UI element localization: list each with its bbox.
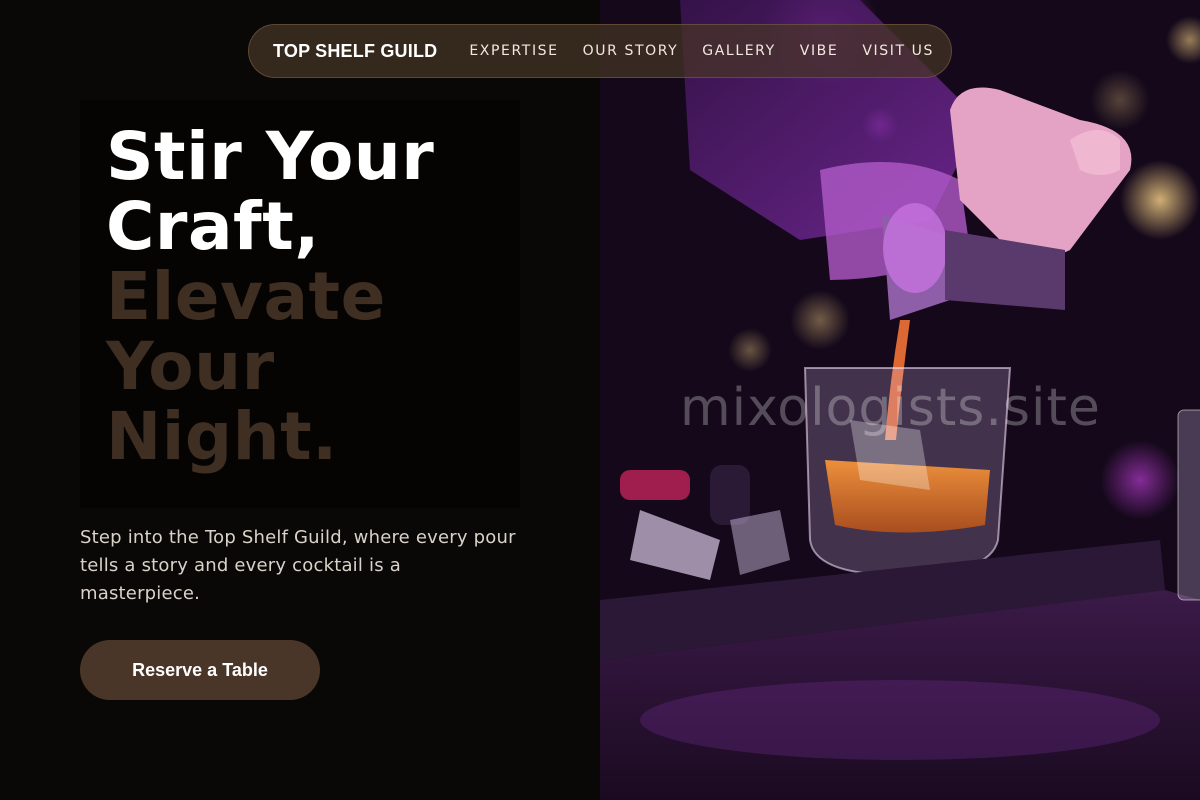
nav-link-gallery[interactable]: GALLERY [702, 43, 775, 59]
top-navigation: TOP SHELF GUILD EXPERTISE OUR STORY GALL… [248, 24, 952, 78]
nav-link-vibe[interactable]: VIBE [800, 43, 839, 59]
nav-link-our-story[interactable]: OUR STORY [583, 43, 679, 59]
reserve-table-button[interactable]: Reserve a Table [80, 640, 320, 700]
watermark: mixologists.site [680, 378, 1101, 438]
headline-line-accent: Your [106, 328, 275, 405]
hero-subtext: Step into the Top Shelf Guild, where eve… [80, 527, 516, 604]
brand-logo[interactable]: TOP SHELF GUILD [273, 41, 437, 62]
nav-link-expertise[interactable]: EXPERTISE [469, 43, 558, 59]
headline-line-accent: Night. [106, 398, 338, 475]
headline-line: Stir Your [106, 118, 435, 195]
headline-box: Stir Your Craft, Elevate Your Night. [80, 100, 520, 508]
headline-line-accent: Elevate [106, 258, 386, 335]
headline-line: Craft, [106, 188, 320, 265]
hero-headline: Stir Your Craft, Elevate Your Night. [106, 122, 520, 472]
nav-link-visit-us[interactable]: VISIT US [862, 43, 934, 59]
nav-links: EXPERTISE OUR STORY GALLERY VIBE VISIT U… [469, 43, 934, 59]
